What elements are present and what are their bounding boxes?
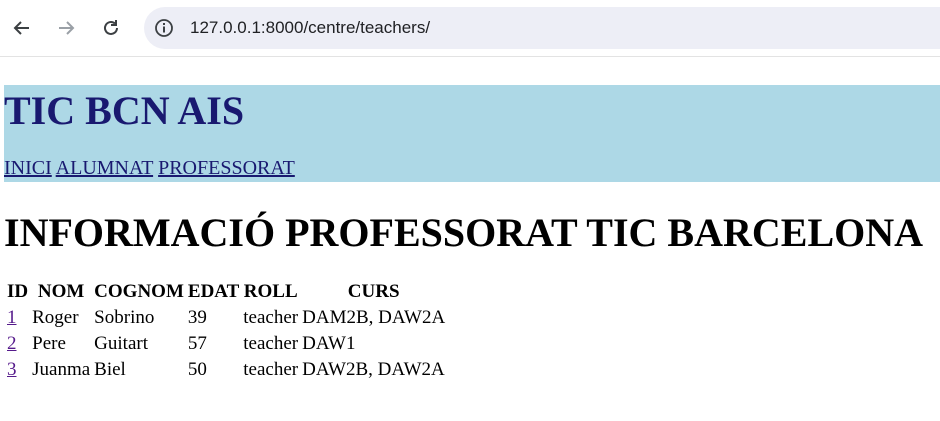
teacher-roll: teacher [243, 307, 299, 328]
site-header: TIC BCN AIS INICI ALUMNAT PROFESSORAT [4, 85, 940, 182]
teacher-cognom: Sobrino [94, 307, 155, 328]
teacher-edat: 57 [187, 333, 207, 354]
teacher-nom: Juanma [32, 359, 91, 380]
teacher-nom: Roger [32, 307, 79, 328]
teacher-id-cell: 2 [6, 332, 29, 356]
column-header-nom: NOM [37, 281, 85, 302]
page-title: INFORMACIÓ PROFESSORAT TIC BARCELONA [4, 210, 924, 255]
column-header-curs: CURS [347, 281, 400, 302]
column-header-roll: ROLL [243, 281, 298, 302]
teacher-id-cell: 3 [6, 358, 29, 382]
teacher-nom: Pere [32, 333, 66, 354]
page-content: TIC BCN AIS INICI ALUMNAT PROFESSORAT IN… [0, 85, 940, 384]
teacher-id-cell: 1 [6, 306, 29, 330]
site-info-icon [155, 19, 173, 37]
column-header-cognom: COGNOM [94, 281, 184, 302]
site-info-button[interactable] [152, 16, 176, 40]
teacher-edat: 50 [187, 359, 207, 380]
reload-icon [104, 20, 118, 35]
column-header-id: ID [7, 281, 29, 302]
teacher-roll: teacher [243, 359, 299, 380]
teacher-curs: DAW2B, DAW2A [302, 359, 445, 380]
teacher-id-link[interactable]: 3 [7, 359, 17, 380]
browser-toolbar: 127.0.0.1:8000/centre/teachers/ [0, 0, 940, 57]
nav-link-inici[interactable]: INICI [4, 157, 52, 179]
table-row: 3 Juanma Biel 50 teacher DAW2B, DAW2A [6, 358, 446, 382]
teacher-id-link[interactable]: 1 [7, 307, 17, 328]
back-button[interactable] [8, 14, 36, 42]
teacher-roll: teacher [243, 333, 299, 354]
column-header-edat: EDAT [187, 281, 240, 302]
table-row: 2 Pere Guitart 57 teacher DAW1 [6, 332, 446, 356]
teacher-cognom: Guitart [94, 333, 148, 354]
teacher-curs: DAW1 [302, 333, 356, 354]
teacher-id-link[interactable]: 2 [7, 333, 17, 354]
teacher-cognom: Biel [94, 359, 126, 380]
reload-button[interactable] [97, 14, 125, 42]
url-text[interactable]: 127.0.0.1:8000/centre/teachers/ [190, 18, 430, 38]
table-header-row: ID NOM COGNOM EDAT ROLL CURS [6, 280, 446, 304]
teacher-edat: 39 [187, 307, 207, 328]
teachers-table: ID NOM COGNOM EDAT ROLL CURS 1 Roger Sob… [4, 278, 448, 384]
main-nav: INICI ALUMNAT PROFESSORAT [4, 157, 295, 180]
site-title: TIC BCN AIS [4, 88, 245, 133]
nav-link-professorat[interactable]: PROFESSORAT [158, 157, 295, 179]
teacher-curs: DAM2B, DAW2A [302, 307, 446, 328]
back-arrow-icon [13, 21, 29, 35]
table-row: 1 Roger Sobrino 39 teacher DAM2B, DAW2A [6, 306, 446, 330]
address-bar[interactable]: 127.0.0.1:8000/centre/teachers/ [144, 7, 940, 49]
forward-button[interactable] [52, 14, 80, 42]
nav-link-alumnat[interactable]: ALUMNAT [56, 157, 153, 179]
forward-arrow-icon [59, 21, 75, 35]
